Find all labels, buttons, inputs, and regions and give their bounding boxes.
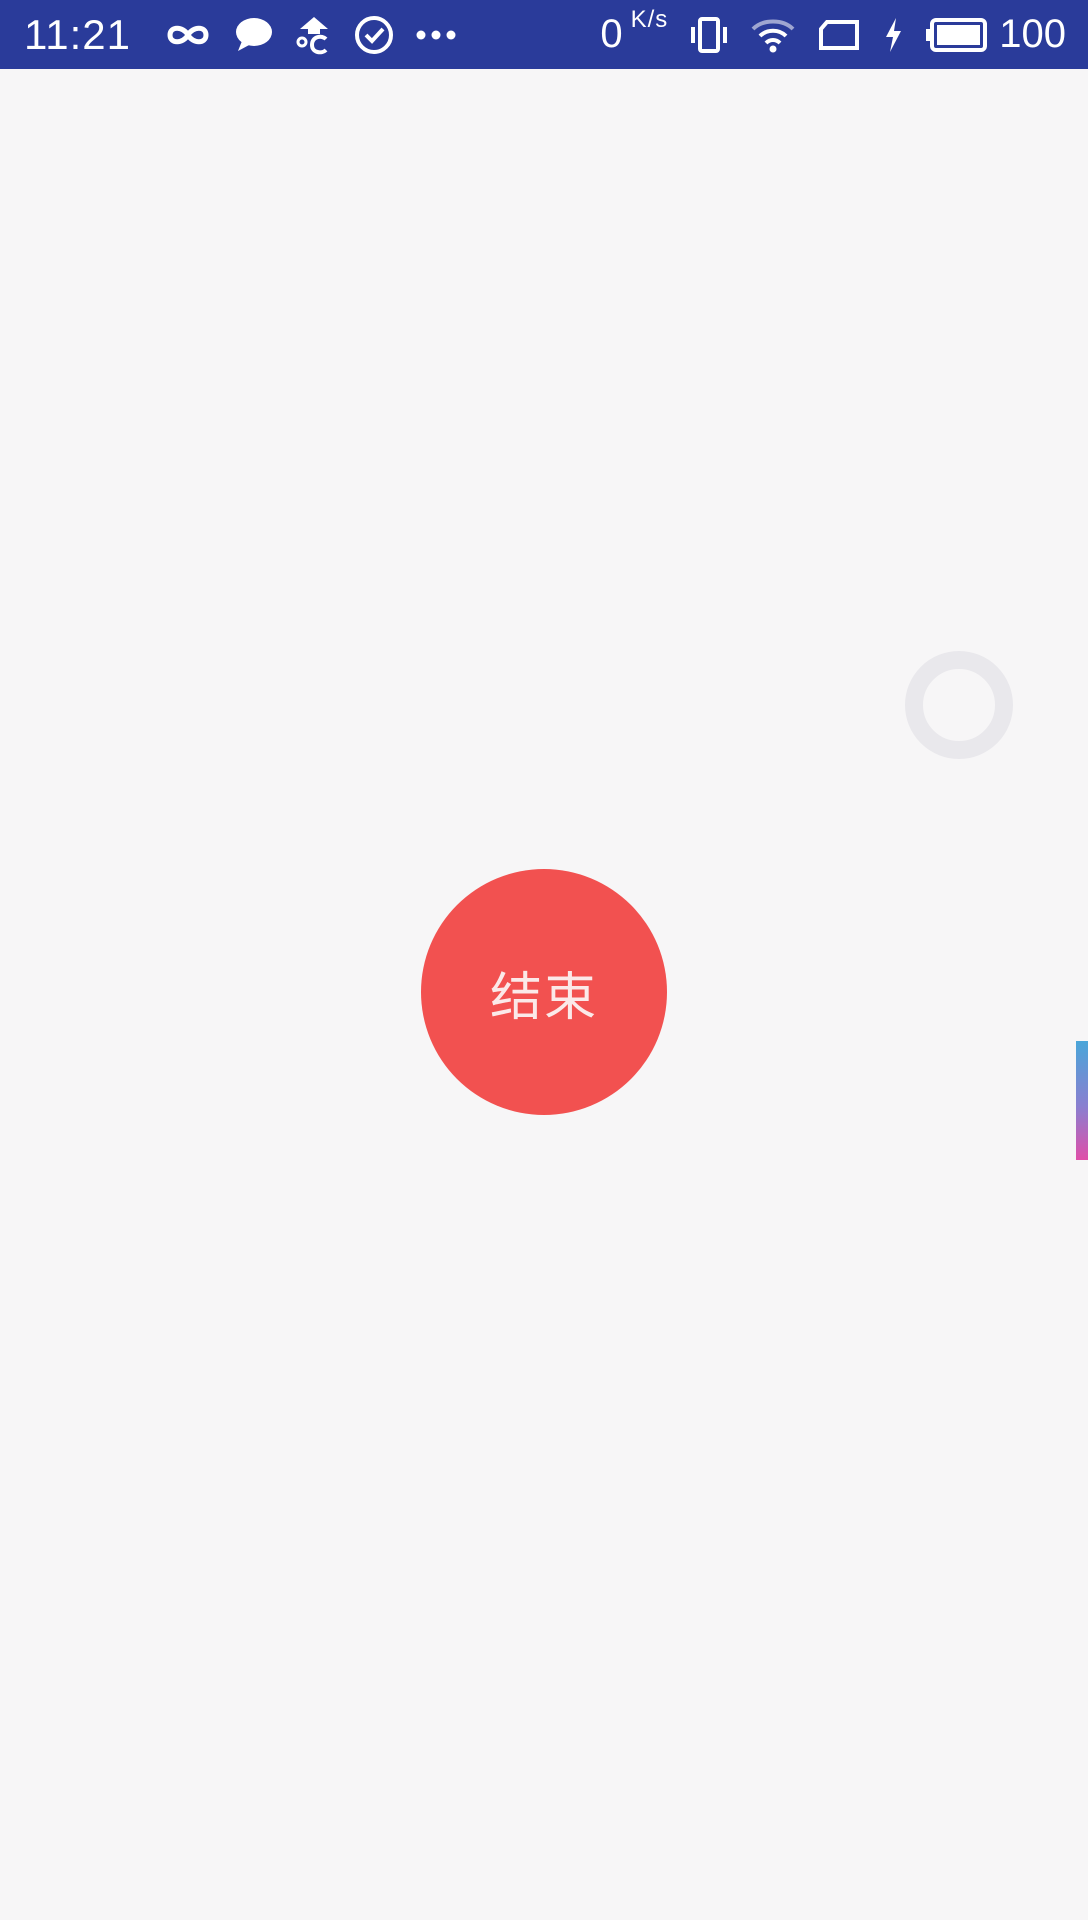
- check-circle-icon: [354, 15, 394, 55]
- status-bar-left: 11:21: [24, 0, 467, 69]
- end-button-label: 结束: [489, 967, 598, 1028]
- wifi-icon: [751, 17, 795, 53]
- network-speed: 0 K/s: [600, 6, 668, 57]
- status-bar: 11:21 0 K/s 100: [0, 0, 1088, 69]
- charging-bolt-icon: [883, 17, 903, 53]
- sim-card-icon: [817, 19, 861, 51]
- weather-icon: [296, 15, 332, 55]
- network-speed-unit: K/s: [630, 6, 669, 33]
- status-bar-right: 0 K/s 100: [600, 0, 1066, 69]
- loading-spinner: [905, 651, 1013, 759]
- battery-percentage: 100: [999, 12, 1066, 56]
- end-button[interactable]: 结束: [421, 869, 667, 1115]
- more-dots-icon: [416, 30, 456, 40]
- edge-swipe-handle[interactable]: [1076, 1041, 1088, 1160]
- battery-icon: [925, 17, 988, 52]
- status-clock: 11:21: [24, 10, 131, 58]
- chat-bubble-icon: [234, 17, 274, 53]
- app-screen: 11:21 0 K/s 100 结束: [0, 0, 1088, 1920]
- infinity-icon: [164, 22, 212, 48]
- network-speed-value: 0: [600, 12, 623, 56]
- vibrate-icon: [689, 15, 729, 55]
